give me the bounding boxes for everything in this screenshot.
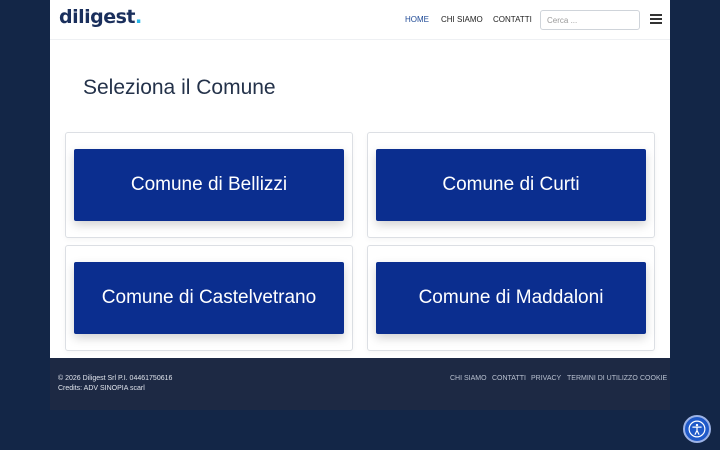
comune-card: Comune di Curti bbox=[367, 132, 655, 238]
nav-chi-siamo[interactable]: CHI SIAMO bbox=[441, 15, 483, 24]
footer-credits[interactable]: Credits: ADV SINOPIA scarl bbox=[58, 385, 145, 392]
page-title: Seleziona il Comune bbox=[83, 76, 276, 99]
footer-link-cookie[interactable]: COOKIE bbox=[640, 375, 667, 382]
footer-link-termini[interactable]: TERMINI DI UTILIZZO bbox=[567, 375, 638, 382]
logo-dot: . bbox=[135, 6, 142, 28]
footer: © 2026 Diligest Srl P.I. 04461750616 Cre… bbox=[50, 358, 670, 410]
footer-copyright: © 2026 Diligest Srl P.I. 04461750616 bbox=[58, 375, 173, 382]
logo[interactable]: diligest. bbox=[59, 6, 142, 28]
comune-card: Comune di Castelvetrano bbox=[65, 245, 353, 351]
logo-text: diligest bbox=[59, 6, 136, 28]
comune-button-bellizzi[interactable]: Comune di Bellizzi bbox=[74, 149, 344, 221]
footer-link-contatti[interactable]: CONTATTI bbox=[492, 375, 526, 382]
accessibility-figure-icon bbox=[688, 420, 706, 438]
comune-button-curti[interactable]: Comune di Curti bbox=[376, 149, 646, 221]
comune-button-maddaloni[interactable]: Comune di Maddaloni bbox=[376, 262, 646, 334]
accessibility-icon[interactable] bbox=[683, 415, 711, 443]
nav-home[interactable]: HOME bbox=[405, 15, 429, 24]
nav-contatti[interactable]: CONTATTI bbox=[493, 15, 532, 24]
search-input[interactable] bbox=[540, 10, 640, 30]
footer-link-privacy[interactable]: PRIVACY bbox=[531, 375, 561, 382]
comune-button-castelvetrano[interactable]: Comune di Castelvetrano bbox=[74, 262, 344, 334]
footer-link-chi-siamo[interactable]: CHI SIAMO bbox=[450, 375, 487, 382]
header: diligest. HOME CHI SIAMO CONTATTI bbox=[50, 0, 670, 40]
comune-card: Comune di Maddaloni bbox=[367, 245, 655, 351]
hamburger-menu-icon[interactable] bbox=[650, 14, 662, 24]
page-container: diligest. HOME CHI SIAMO CONTATTI Selezi… bbox=[50, 0, 670, 358]
comune-card: Comune di Bellizzi bbox=[65, 132, 353, 238]
